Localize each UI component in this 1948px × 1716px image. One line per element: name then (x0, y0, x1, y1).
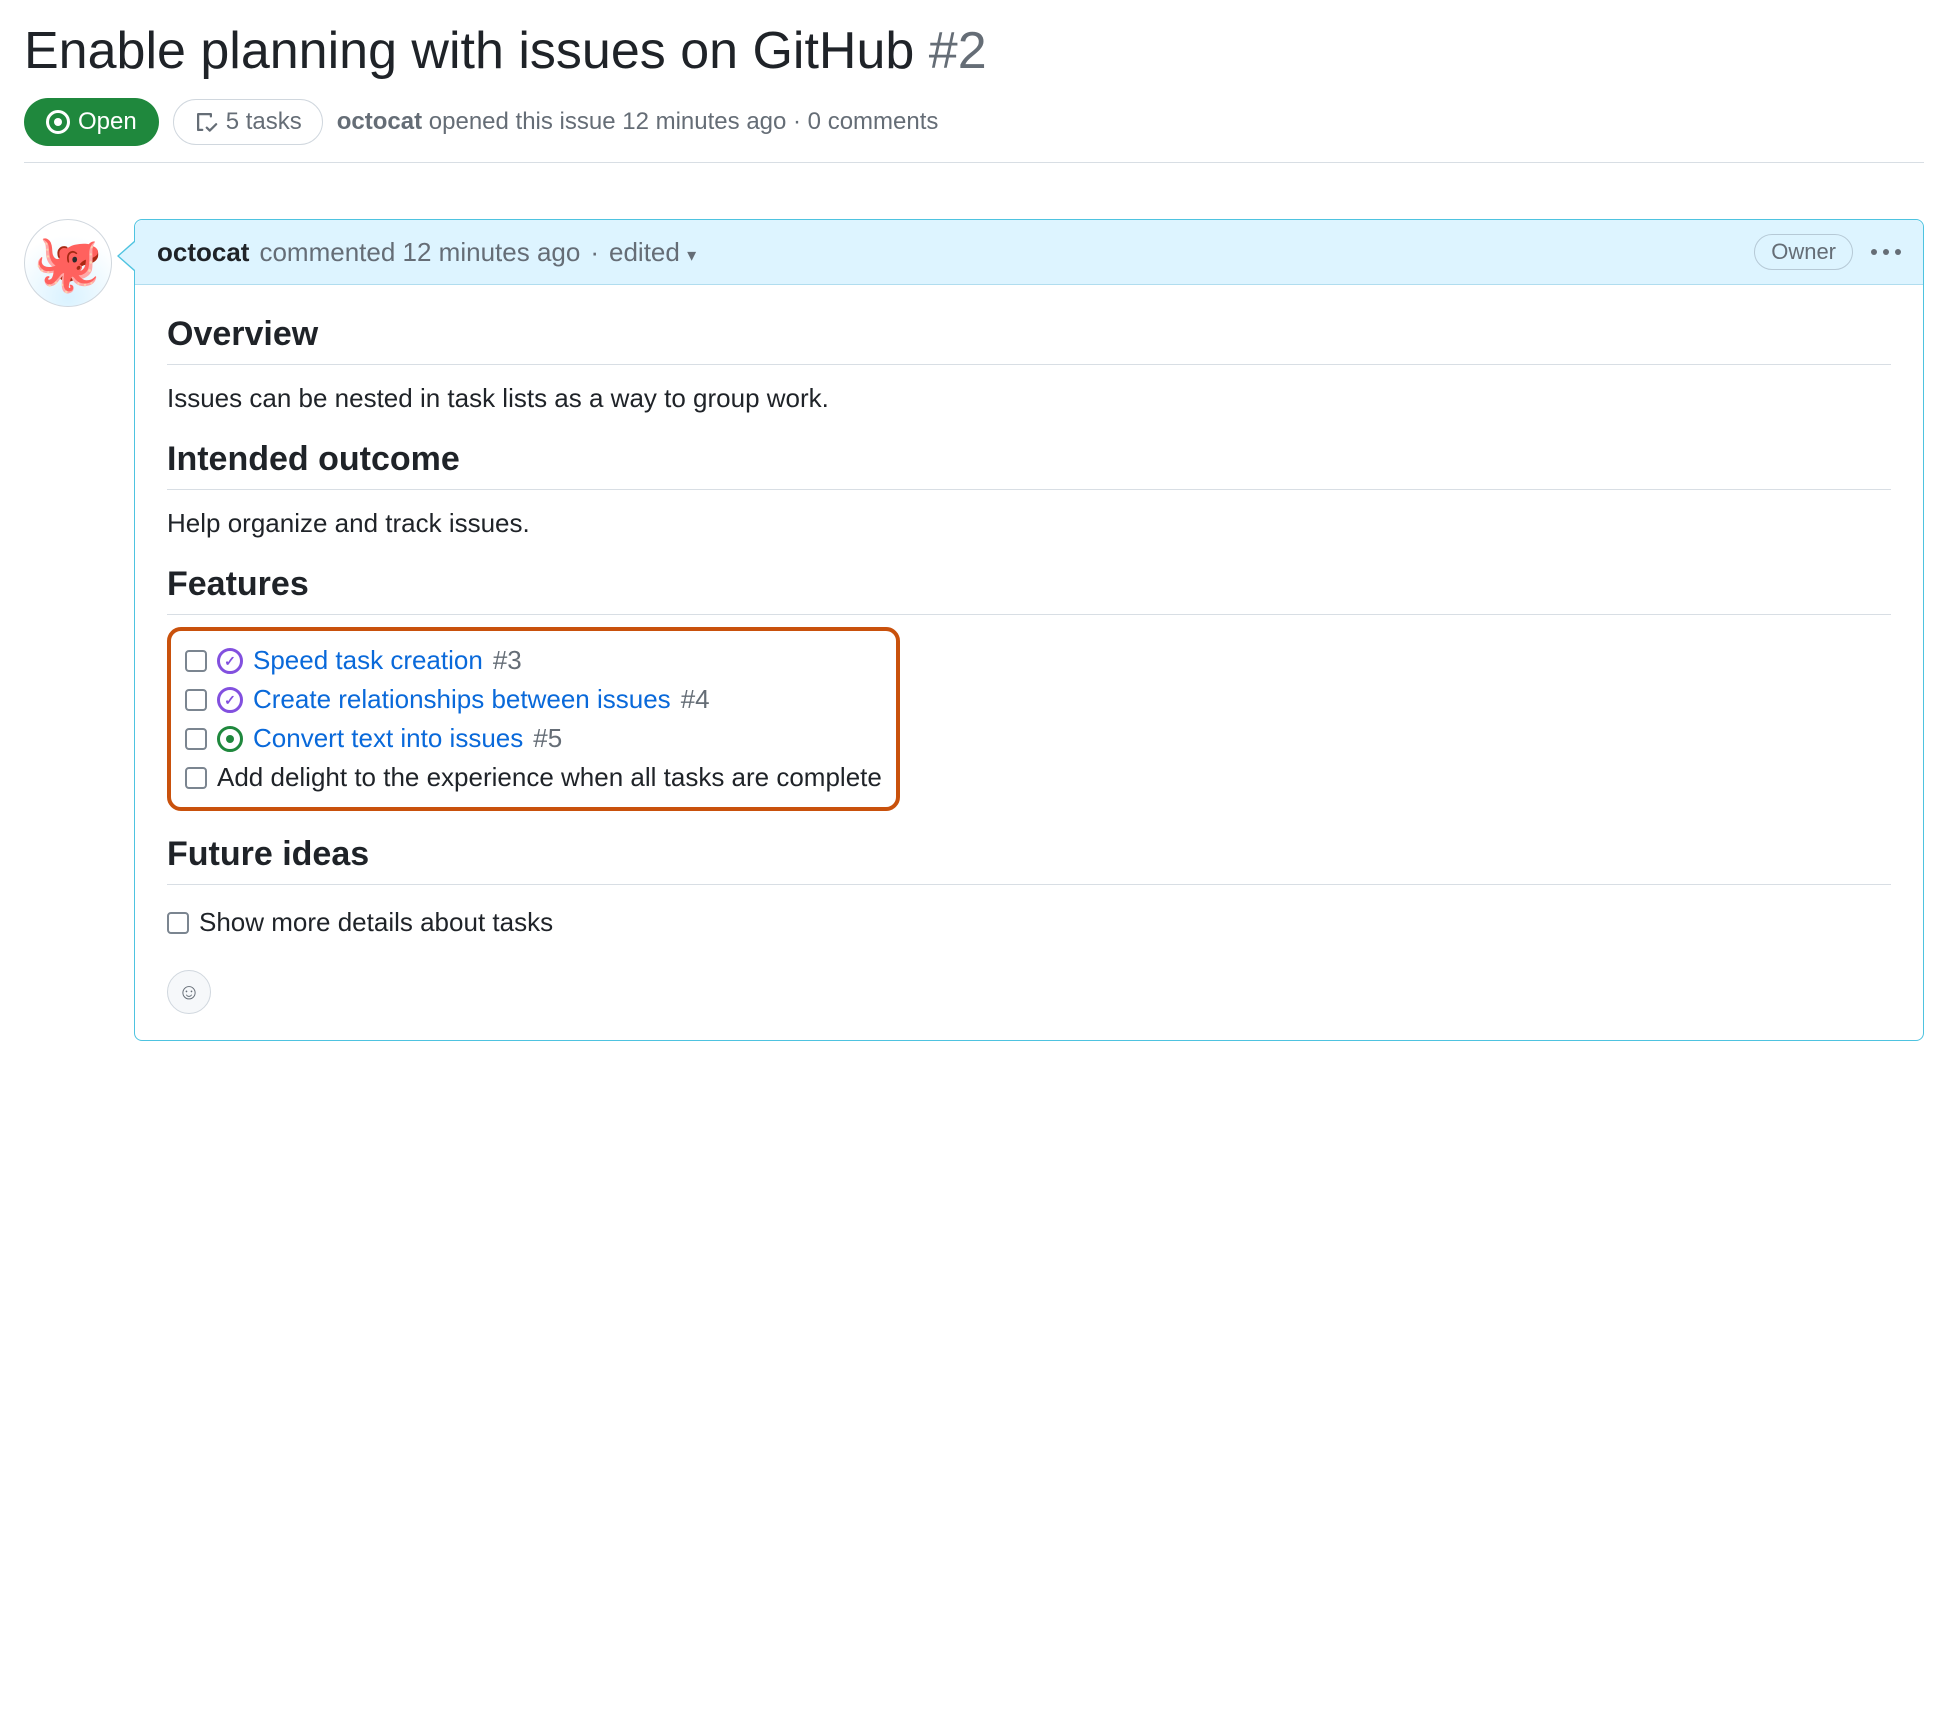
issue-meta-row: Open 5 tasks octocat opened this issue 1… (24, 98, 1924, 146)
task-checkbox[interactable] (185, 650, 207, 672)
chevron-down-icon: ▾ (687, 245, 696, 265)
role-badge: Owner (1754, 234, 1853, 270)
future-task-list: Show more details about tasks (167, 903, 1891, 942)
task-ref: #3 (493, 645, 522, 676)
comment-author[interactable]: octocat (157, 237, 249, 268)
checklist-icon (194, 110, 218, 134)
heading-features: Features (167, 565, 1891, 615)
task-link[interactable]: Convert text into issues (253, 723, 523, 754)
smiley-icon: ☺ (178, 979, 200, 1005)
features-highlight-box: ✓ Speed task creation #3 ✓ Create relati… (167, 627, 900, 811)
comment-arrow (119, 242, 135, 270)
avatar-glyph: 🐙 (33, 230, 103, 296)
task-checkbox[interactable] (167, 912, 189, 934)
task-text: Show more details about tasks (199, 907, 553, 938)
paragraph-outcome: Help organize and track issues. (167, 508, 1891, 539)
add-reaction-button[interactable]: ☺ (167, 970, 211, 1014)
issue-title: Enable planning with issues on GitHub #2 (24, 20, 1924, 82)
heading-outcome: Intended outcome (167, 440, 1891, 490)
task-item: ✓ Speed task creation #3 (185, 641, 882, 680)
comment-action-text: commented 12 minutes ago (259, 237, 580, 268)
issue-open-icon (46, 110, 70, 134)
issue-number: #2 (929, 22, 987, 80)
issue-open-icon (217, 726, 243, 752)
task-item: Show more details about tasks (167, 903, 1891, 942)
issue-title-text: Enable planning with issues on GitHub (24, 22, 914, 80)
comment-header-right: Owner (1754, 234, 1901, 270)
features-task-list: ✓ Speed task creation #3 ✓ Create relati… (185, 641, 882, 797)
issue-opened-text: opened this issue 12 minutes ago · 0 com… (429, 108, 939, 135)
issue-closed-icon: ✓ (217, 687, 243, 713)
avatar[interactable]: 🐙 (24, 219, 112, 307)
task-item: ✓ Create relationships between issues #4 (185, 680, 882, 719)
task-checkbox[interactable] (185, 728, 207, 750)
task-checkbox[interactable] (185, 767, 207, 789)
comment-body: Overview Issues can be nested in task li… (135, 285, 1923, 1040)
paragraph-overview: Issues can be nested in task lists as a … (167, 383, 1891, 414)
state-label: Open (78, 108, 137, 136)
task-checkbox[interactable] (185, 689, 207, 711)
heading-future: Future ideas (167, 835, 1891, 885)
task-link[interactable]: Speed task creation (253, 645, 483, 676)
edited-label: edited (609, 237, 680, 267)
comment-actions-kebab[interactable] (1871, 249, 1901, 255)
comment-header: octocat commented 12 minutes ago · edite… (135, 220, 1923, 285)
task-text: Add delight to the experience when all t… (217, 762, 882, 793)
task-ref: #4 (681, 684, 710, 715)
issue-header: Enable planning with issues on GitHub #2… (24, 20, 1924, 163)
comment-thread: 🐙 octocat commented 12 minutes ago · edi… (24, 219, 1924, 1041)
task-link[interactable]: Create relationships between issues (253, 684, 671, 715)
issue-byline: octocat opened this issue 12 minutes ago… (337, 108, 939, 136)
state-pill: Open (24, 98, 159, 146)
comment-header-left: octocat commented 12 minutes ago · edite… (157, 237, 696, 268)
comment-sep: · (590, 237, 599, 268)
tasks-count-label: 5 tasks (226, 108, 302, 136)
task-item: Add delight to the experience when all t… (185, 758, 882, 797)
heading-overview: Overview (167, 315, 1891, 365)
edited-dropdown[interactable]: edited ▾ (609, 237, 696, 268)
tasks-pill[interactable]: 5 tasks (173, 99, 323, 145)
issue-author[interactable]: octocat (337, 108, 422, 135)
issue-closed-icon: ✓ (217, 648, 243, 674)
comment-box: octocat commented 12 minutes ago · edite… (134, 219, 1924, 1041)
task-item: Convert text into issues #5 (185, 719, 882, 758)
issue-title-row: Enable planning with issues on GitHub #2 (24, 20, 1924, 82)
task-ref: #5 (533, 723, 562, 754)
